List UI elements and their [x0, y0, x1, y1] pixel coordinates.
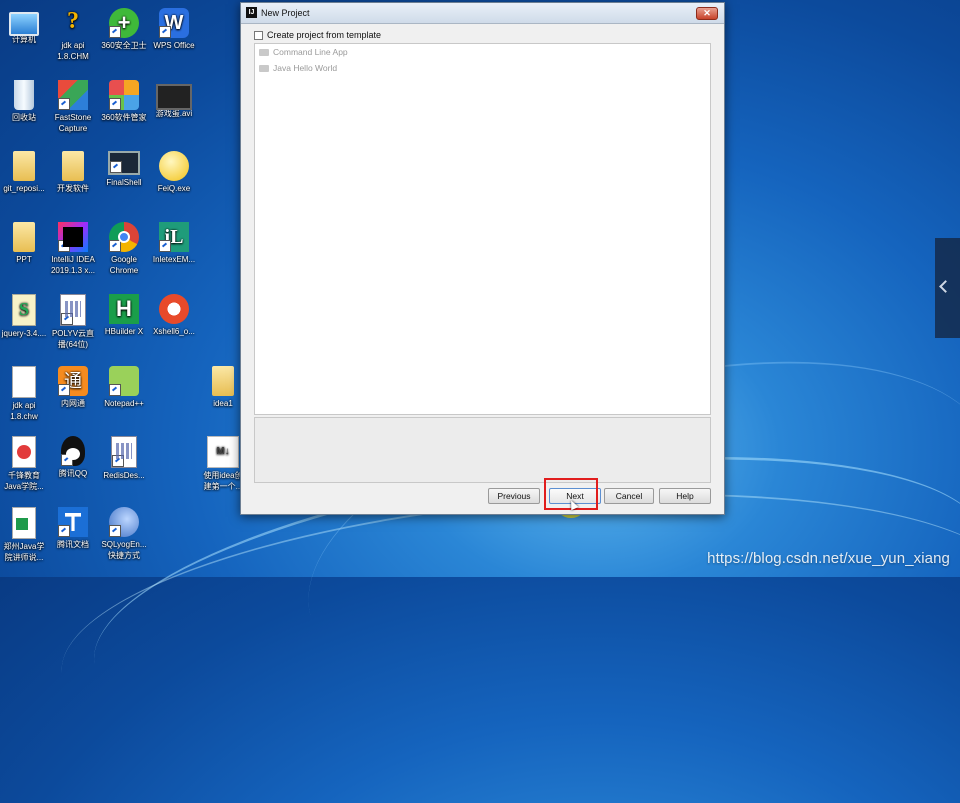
recycle-bin-icon [14, 80, 34, 110]
software-manager-icon [109, 80, 139, 110]
desktop-icon[interactable]: iL InletexEM... [142, 222, 206, 265]
desktop-icon[interactable]: W WPS Office [142, 8, 206, 51]
desktop-icon-label: SQLyogEn... 快捷方式 [101, 540, 147, 560]
template-description-panel [254, 417, 711, 483]
desktop-icon-label: Xshell6_o... [153, 327, 195, 336]
cancel-button[interactable]: Cancel [604, 488, 654, 504]
shortcut-arrow-icon [112, 455, 124, 467]
help-button[interactable]: Help [659, 488, 711, 504]
shortcut-arrow-icon [159, 240, 171, 252]
finalshell-icon [108, 151, 140, 175]
feiq-icon [159, 151, 189, 181]
help-file-icon: ? [67, 8, 79, 34]
desktop-icon[interactable]: Xshell6_o... [142, 294, 206, 337]
script-file-icon: S [12, 294, 36, 326]
qq-icon [61, 436, 85, 466]
pdf-doc-icon [12, 436, 36, 468]
folder-icon [259, 64, 269, 72]
desktop-icon[interactable]: 游戏蛋.avi [142, 80, 206, 119]
template-item-label: Command Line App [273, 47, 348, 57]
shortcut-arrow-icon [61, 313, 73, 325]
notepad-plus-icon [109, 366, 139, 396]
shortcut-arrow-icon [61, 454, 73, 466]
shortcut-arrow-icon [109, 240, 121, 252]
folder-icon [212, 366, 234, 396]
video-file-icon [156, 84, 192, 110]
close-button[interactable]: ✕ [696, 7, 718, 20]
calculator-doc-icon [111, 436, 137, 468]
create-from-template-row[interactable]: Create project from template [254, 29, 381, 41]
dialog-title: New Project [261, 8, 310, 18]
document-icon [12, 366, 36, 398]
folder-icon [62, 151, 84, 181]
chevron-left-icon [939, 280, 952, 293]
xshell-icon [159, 294, 189, 324]
calculator-doc-icon [60, 294, 86, 326]
template-item-command-line-app[interactable]: Command Line App [255, 44, 710, 60]
intellij-app-icon: IJ [246, 7, 257, 18]
intellij-icon [58, 222, 88, 252]
shortcut-arrow-icon [109, 384, 121, 396]
desktop-icon-label: InletexEM... [152, 255, 196, 264]
desktop-icon-label: WPS Office [153, 41, 195, 50]
shortcut-arrow-icon [110, 161, 122, 173]
watermark: https://blog.csdn.net/xue_yun_xiang [707, 550, 950, 567]
inletex-icon: iL [159, 222, 189, 252]
desktop-icon[interactable]: RedisDes... [92, 436, 156, 481]
previous-button[interactable]: Previous [488, 488, 540, 504]
hbuilder-icon: H [109, 294, 139, 324]
desktop-icon-label: FeiQ.exe [157, 184, 191, 193]
shortcut-arrow-icon [58, 525, 70, 537]
sqlyog-icon [109, 507, 139, 537]
new-project-dialog: IJ New Project ✕ Create project from tem… [240, 2, 725, 515]
spreadsheet-doc-icon [12, 507, 36, 539]
shortcut-arrow-icon [58, 240, 70, 252]
create-from-template-label[interactable]: Create project from template [267, 30, 381, 40]
shortcut-arrow-icon [109, 525, 121, 537]
desktop-icon-label: RedisDes... [103, 471, 145, 480]
chrome-icon [109, 222, 139, 252]
shortcut-arrow-icon [109, 98, 121, 110]
desktop-icon[interactable]: Notepad++ [92, 366, 156, 409]
template-list: Command Line App Java Hello World [254, 43, 711, 415]
tencent-docs-icon [58, 507, 88, 537]
folder-icon [13, 151, 35, 181]
shortcut-arrow-icon [58, 98, 70, 110]
desktop-icon-label: Notepad++ [104, 399, 144, 408]
create-from-template-checkbox[interactable] [254, 30, 263, 40]
side-panel-toggle[interactable] [935, 238, 960, 338]
folder-icon [13, 222, 35, 252]
360-security-icon: + [109, 8, 139, 38]
desktop-icon[interactable]: SQLyogEn... 快捷方式 [92, 507, 156, 561]
wps-icon: W [159, 8, 189, 38]
shortcut-arrow-icon [58, 384, 70, 396]
template-item-java-hello-world[interactable]: Java Hello World [255, 60, 710, 76]
dialog-titlebar[interactable]: IJ New Project ✕ [241, 3, 724, 24]
shortcut-arrow-icon [159, 26, 171, 38]
markdown-icon: M↓ [207, 436, 239, 468]
desktop-icon[interactable]: FeiQ.exe [142, 151, 206, 194]
faststone-icon [58, 80, 88, 110]
computer-icon [9, 12, 39, 36]
shortcut-arrow-icon [109, 26, 121, 38]
folder-icon [259, 48, 269, 56]
neiwangtong-icon: 通 [58, 366, 88, 396]
template-item-label: Java Hello World [273, 63, 338, 73]
